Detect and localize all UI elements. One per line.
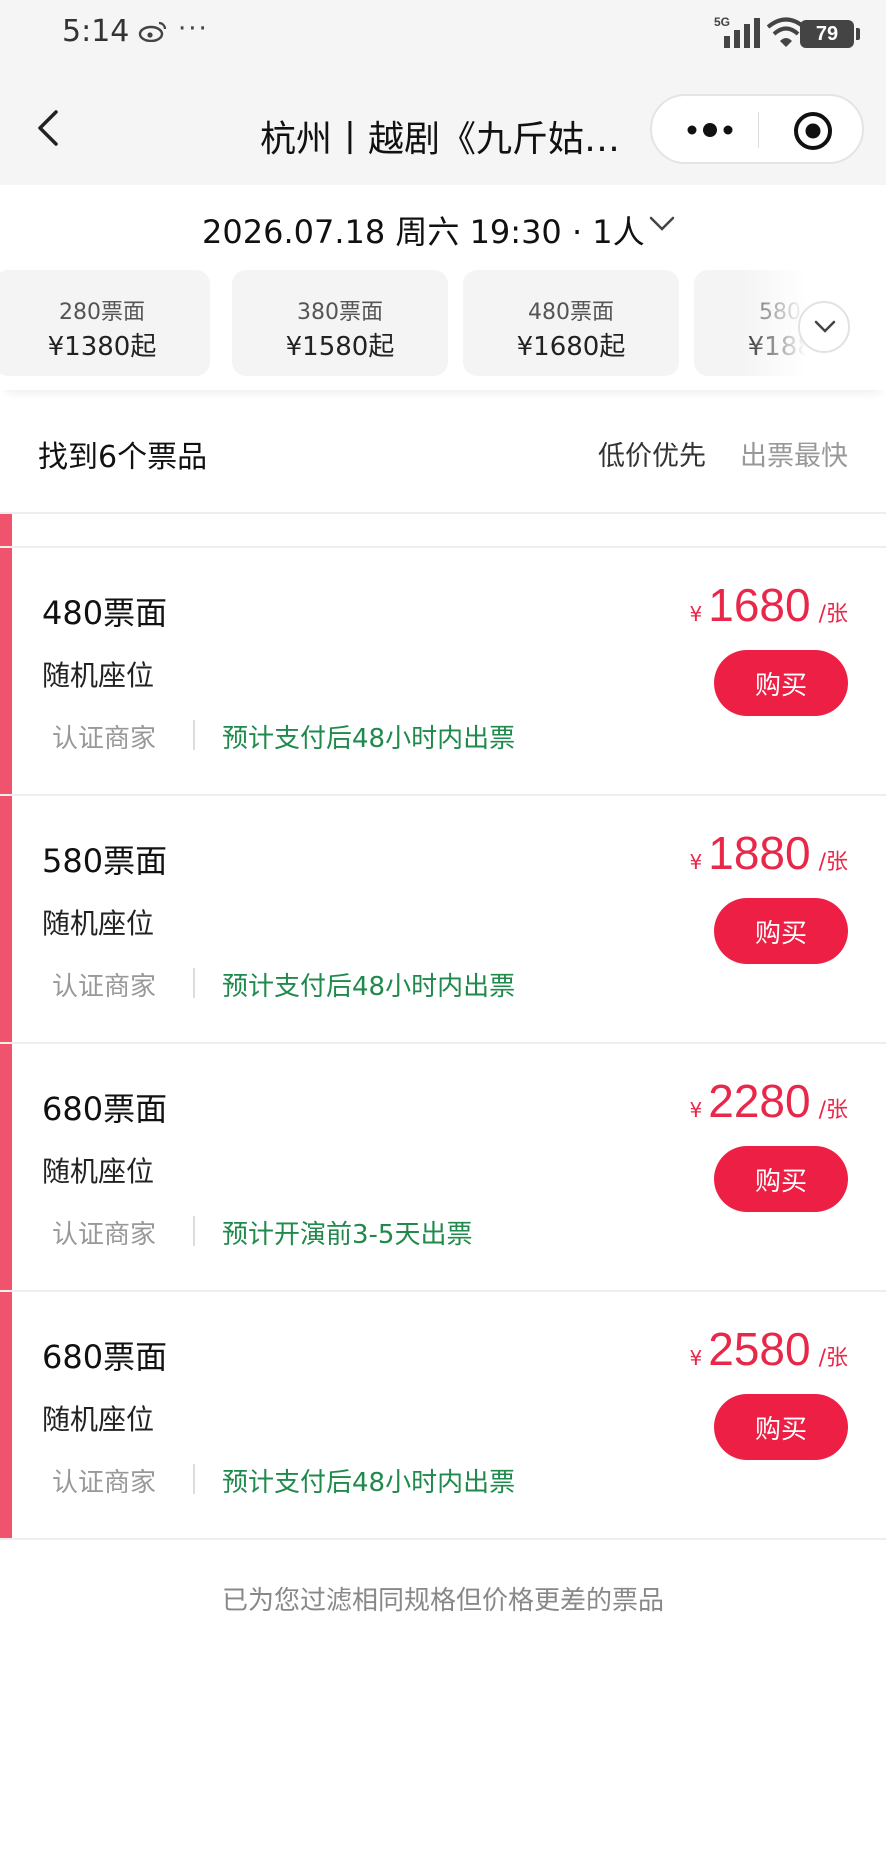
expand-tabs-button[interactable] [798, 301, 850, 353]
sort-fastest[interactable]: 出票最快 [740, 434, 848, 473]
buy-button[interactable]: 购买 [714, 650, 848, 716]
buy-button[interactable]: 购买 [714, 1146, 848, 1212]
price-tab-from: ¥1680起 [516, 332, 626, 362]
price-amount: 1880 [708, 827, 811, 879]
ticket-card[interactable]: 680票面 随机座位 认证商家 预计开演前3-5天出票 ¥2280/张 购买 [0, 1044, 886, 1292]
top-area: 5:14 ··· 5G 79 杭州丨越剧《九斤姑… [0, 0, 886, 185]
network-label: 5G [714, 15, 730, 29]
more-options-icon[interactable] [680, 116, 740, 144]
price-tab-280[interactable]: 280票面 ¥1380起 [0, 270, 210, 376]
sort-low-price[interactable]: 低价优先 [598, 434, 706, 473]
session-selector[interactable]: 2026.07.18 周六 19:30 · 1人 [0, 185, 886, 265]
delivery-eta: 预计支付后48小时内出票 [222, 724, 516, 754]
divider [193, 1216, 195, 1246]
price-unit: /张 [818, 602, 848, 627]
status-bar: 5:14 ··· 5G 79 [0, 0, 886, 70]
filter-note: 已为您过滤相同规格但价格更差的票品 [221, 1586, 664, 1616]
mini-program-capsule [650, 94, 864, 164]
ticket-seat: 随机座位 [42, 659, 155, 692]
card-side-bar [0, 796, 12, 1042]
card-side-bar [0, 514, 12, 546]
price-amount: 1680 [708, 579, 811, 631]
price-tab-face: 280票面 [59, 300, 145, 325]
price-tabs: 280票面 ¥1380起 380票面 ¥1580起 480票面 ¥1680起 5… [0, 265, 886, 390]
results-count: 找到6个票品 [38, 440, 208, 475]
nav-header: 杭州丨越剧《九斤姑… [0, 70, 886, 185]
status-more-icon: ··· [178, 14, 209, 44]
merchant-badge: 认证商家 [52, 1220, 157, 1250]
divider [193, 1464, 195, 1494]
back-arrow-icon[interactable] [34, 108, 64, 148]
price-tab-380[interactable]: 380票面 ¥1580起 [232, 270, 448, 376]
battery-level: 79 [815, 23, 839, 45]
delivery-eta: 预计支付后48小时内出票 [222, 972, 516, 1002]
ticket-card[interactable]: 480票面 随机座位 认证商家 预计支付后48小时内出票 ¥1680/张 购买 [0, 548, 886, 796]
price-tab-face: 480票面 [528, 300, 614, 325]
close-target-icon[interactable] [792, 110, 834, 152]
divider [193, 968, 195, 998]
ticket-face-value: 580票面 [42, 842, 168, 880]
ticket-price: ¥2580/张 [690, 1322, 849, 1376]
price-unit: /张 [818, 1346, 848, 1371]
chevron-down-icon [649, 216, 675, 231]
status-time: 5:14 [62, 14, 130, 49]
page-title: 杭州丨越剧《九斤姑… [260, 119, 621, 160]
currency-symbol: ¥ [689, 602, 703, 626]
buy-button[interactable]: 购买 [714, 898, 848, 964]
battery-icon: 79 [800, 20, 860, 48]
price-tab-480[interactable]: 480票面 ¥1680起 [463, 270, 679, 376]
price-amount: 2280 [708, 1075, 811, 1127]
divider [0, 512, 886, 514]
currency-symbol: ¥ [689, 850, 703, 874]
merchant-badge: 认证商家 [52, 972, 157, 1002]
ticket-price: ¥1680/张 [690, 578, 849, 632]
weibo-icon [138, 21, 167, 42]
merchant-badge: 认证商家 [52, 1468, 157, 1498]
merchant-badge: 认证商家 [52, 724, 157, 754]
ticket-seat: 随机座位 [42, 1155, 155, 1188]
ticket-face-value: 680票面 [42, 1090, 168, 1128]
ticket-card[interactable]: 580票面 随机座位 认证商家 预计支付后48小时内出票 ¥1880/张 购买 [0, 796, 886, 1044]
ticket-price: ¥1880/张 [690, 826, 849, 880]
ticket-card[interactable]: 680票面 随机座位 认证商家 预计支付后48小时内出票 ¥2580/张 购买 [0, 1292, 886, 1540]
price-tab-face: 380票面 [297, 300, 383, 325]
delivery-eta: 预计开演前3-5天出票 [222, 1220, 473, 1250]
capsule-divider [758, 112, 759, 148]
card-side-bar [0, 1292, 12, 1538]
divider [193, 720, 195, 750]
currency-symbol: ¥ [689, 1346, 703, 1370]
price-tab-from: ¥1380起 [47, 332, 157, 362]
ticket-face-value: 480票面 [42, 594, 168, 632]
ticket-face-value: 680票面 [42, 1338, 168, 1376]
price-unit: /张 [818, 1098, 848, 1123]
ticket-seat: 随机座位 [42, 907, 155, 940]
buy-button[interactable]: 购买 [714, 1394, 848, 1460]
price-unit: /张 [818, 850, 848, 875]
card-side-bar [0, 548, 12, 794]
card-side-bar [0, 1044, 12, 1290]
delivery-eta: 预计支付后48小时内出票 [222, 1468, 516, 1498]
price-amount: 2580 [708, 1323, 811, 1375]
currency-symbol: ¥ [689, 1098, 703, 1122]
ticket-seat: 随机座位 [42, 1403, 155, 1436]
price-tab-from: ¥1580起 [285, 332, 395, 362]
chevron-down-icon [814, 320, 836, 333]
signal-icon: 5G [714, 15, 760, 48]
session-label: 2026.07.18 周六 19:30 · 1人 [202, 213, 645, 251]
ticket-price: ¥2280/张 [690, 1074, 849, 1128]
